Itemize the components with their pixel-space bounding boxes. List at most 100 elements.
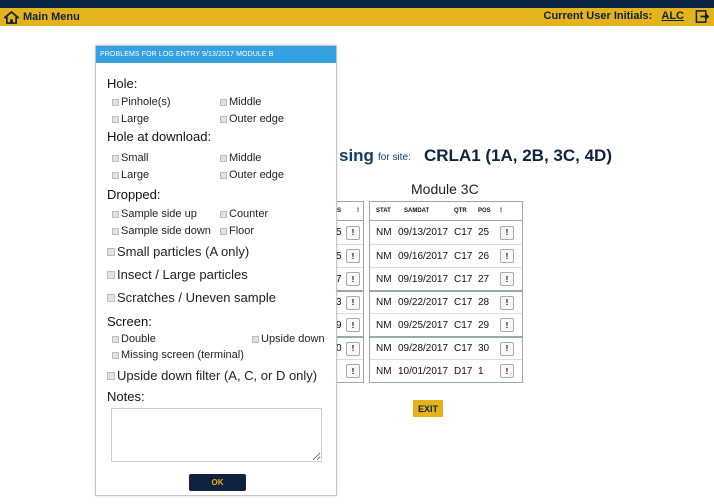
screen-upside-down-checkbox[interactable]: Upside down bbox=[252, 333, 325, 345]
cell-qtr: C17 bbox=[454, 250, 473, 262]
checkbox-label: Double bbox=[121, 333, 156, 345]
checkbox-box[interactable] bbox=[112, 154, 119, 162]
main-menu-link[interactable]: Main Menu bbox=[4, 10, 80, 24]
user-initials-link[interactable]: ALC bbox=[661, 10, 684, 22]
table-row: 9! bbox=[334, 313, 363, 336]
checkbox-box[interactable] bbox=[112, 335, 119, 343]
left-module-table: S ! 5! 5! 7! 3! 9! 0! ! bbox=[334, 201, 364, 383]
problem-button[interactable]: ! bbox=[500, 225, 514, 240]
checkbox-box[interactable] bbox=[220, 210, 227, 218]
header-samdat: SAMDAT bbox=[404, 208, 430, 214]
checkbox-box[interactable] bbox=[107, 371, 115, 380]
checkbox-box[interactable] bbox=[112, 210, 119, 218]
upside-down-filter-checkbox[interactable]: Upside down filter (A, C, or D only) bbox=[107, 368, 317, 383]
cell-date: 09/28/2017 bbox=[398, 343, 449, 354]
cell-pos: 26 bbox=[478, 250, 490, 262]
site-value: CRLA1 (1A, 2B, 3C, 4D) bbox=[424, 146, 612, 165]
cell-date: 10/01/2017 bbox=[398, 365, 449, 377]
exit-button[interactable]: EXIT bbox=[413, 400, 443, 417]
cell-pos: 1 bbox=[478, 365, 484, 377]
cell-stat: NM bbox=[376, 250, 392, 262]
hole-large-checkbox[interactable]: Large bbox=[112, 113, 149, 125]
checkbox-box[interactable] bbox=[107, 270, 115, 279]
cell-pos: 27 bbox=[478, 273, 490, 285]
problem-button[interactable]: ! bbox=[346, 295, 360, 310]
problem-button[interactable]: ! bbox=[346, 364, 360, 378]
problem-button[interactable]: ! bbox=[346, 318, 360, 332]
user-label: Current User Initials: bbox=[543, 10, 653, 22]
checkbox-box[interactable] bbox=[112, 171, 119, 179]
cell-pos: 25 bbox=[478, 227, 490, 238]
checkbox-box[interactable] bbox=[112, 351, 119, 359]
problem-button[interactable]: ! bbox=[500, 318, 514, 332]
problem-button[interactable]: ! bbox=[500, 341, 514, 356]
problem-button[interactable]: ! bbox=[500, 295, 514, 310]
cell-stat: NM bbox=[376, 227, 392, 238]
hole-outer-edge-checkbox[interactable]: Outer edge bbox=[220, 113, 284, 125]
table-row: 5! bbox=[334, 221, 363, 244]
page-title: sing bbox=[339, 146, 374, 165]
notes-label: Notes: bbox=[107, 389, 145, 404]
download-middle-checkbox[interactable]: Middle bbox=[220, 152, 261, 164]
checkbox-box[interactable] bbox=[107, 247, 115, 256]
header-qtr: QTR bbox=[454, 208, 467, 214]
hole-download-section-label: Hole at download: bbox=[107, 129, 212, 144]
insect-checkbox[interactable]: Insect / Large particles bbox=[107, 267, 248, 282]
main-menu-label: Main Menu bbox=[23, 11, 80, 23]
top-stripe bbox=[0, 0, 714, 8]
table-row: NM 09/28/2017 C17 30 ! bbox=[370, 336, 522, 359]
cell-date: 09/22/2017 bbox=[398, 297, 449, 308]
table-row: ! bbox=[334, 359, 363, 382]
problem-button[interactable]: ! bbox=[346, 225, 360, 240]
cell-stat: NM bbox=[376, 273, 392, 285]
cell-qtr: C17 bbox=[454, 319, 473, 331]
cell-date: 09/13/2017 bbox=[398, 227, 449, 238]
checkbox-label: Missing screen (terminal) bbox=[121, 349, 244, 361]
download-large-checkbox[interactable]: Large bbox=[112, 169, 149, 181]
sample-side-down-checkbox[interactable]: Sample side down bbox=[112, 225, 211, 237]
ok-button[interactable]: OK bbox=[189, 474, 246, 491]
scratches-checkbox[interactable]: Scratches / Uneven sample bbox=[107, 290, 276, 305]
small-particles-checkbox[interactable]: Small particles (A only) bbox=[107, 244, 249, 259]
pinhole-checkbox[interactable]: Pinhole(s) bbox=[112, 96, 171, 108]
counter-checkbox[interactable]: Counter bbox=[220, 208, 268, 220]
missing-screen-checkbox[interactable]: Missing screen (terminal) bbox=[112, 349, 244, 361]
header-flag: ! bbox=[500, 208, 502, 214]
top-bar: Main Menu Current User Initials: ALC bbox=[0, 0, 714, 26]
cell-date: 09/16/2017 bbox=[398, 250, 449, 262]
logout-icon[interactable] bbox=[695, 9, 710, 24]
hole-section-label: Hole: bbox=[107, 76, 138, 91]
notes-textarea[interactable] bbox=[111, 408, 322, 462]
download-outer-edge-checkbox[interactable]: Outer edge bbox=[220, 169, 284, 181]
hole-middle-checkbox[interactable]: Middle bbox=[220, 96, 261, 108]
problem-button[interactable]: ! bbox=[346, 272, 360, 286]
checkbox-box[interactable] bbox=[112, 115, 119, 123]
checkbox-box[interactable] bbox=[220, 154, 227, 162]
table-row: NM 09/16/2017 C17 26 ! bbox=[370, 244, 522, 267]
checkbox-box[interactable] bbox=[107, 293, 115, 302]
problem-button[interactable]: ! bbox=[346, 249, 360, 263]
checkbox-box[interactable] bbox=[112, 227, 119, 235]
problem-button[interactable]: ! bbox=[500, 249, 514, 263]
checkbox-box[interactable] bbox=[220, 98, 227, 106]
checkbox-label: Pinhole(s) bbox=[121, 96, 171, 108]
problem-button[interactable]: ! bbox=[500, 272, 514, 286]
checkbox-box[interactable] bbox=[112, 98, 119, 106]
problem-button[interactable]: ! bbox=[500, 364, 514, 378]
table-header: STAT SAMDAT QTR POS ! bbox=[370, 202, 522, 221]
checkbox-box[interactable] bbox=[220, 171, 227, 179]
checkbox-box[interactable] bbox=[220, 227, 227, 235]
problem-button[interactable]: ! bbox=[346, 341, 360, 356]
screen-double-checkbox[interactable]: Double bbox=[112, 333, 156, 345]
sample-side-up-checkbox[interactable]: Sample side up bbox=[112, 208, 197, 220]
cell-date: 09/25/2017 bbox=[398, 319, 449, 331]
checkbox-box[interactable] bbox=[220, 115, 227, 123]
checkbox-label: Floor bbox=[229, 225, 255, 237]
download-small-checkbox[interactable]: Small bbox=[112, 152, 149, 164]
floor-checkbox[interactable]: Floor bbox=[220, 225, 254, 237]
checkbox-label: Upside down filter (A, C, or D only) bbox=[117, 368, 318, 383]
site-label: for site: bbox=[378, 152, 411, 163]
table-row: 0! bbox=[334, 336, 363, 359]
module-3c-table: STAT SAMDAT QTR POS ! NM 09/13/2017 C17 … bbox=[369, 201, 523, 383]
checkbox-box[interactable] bbox=[252, 335, 259, 343]
